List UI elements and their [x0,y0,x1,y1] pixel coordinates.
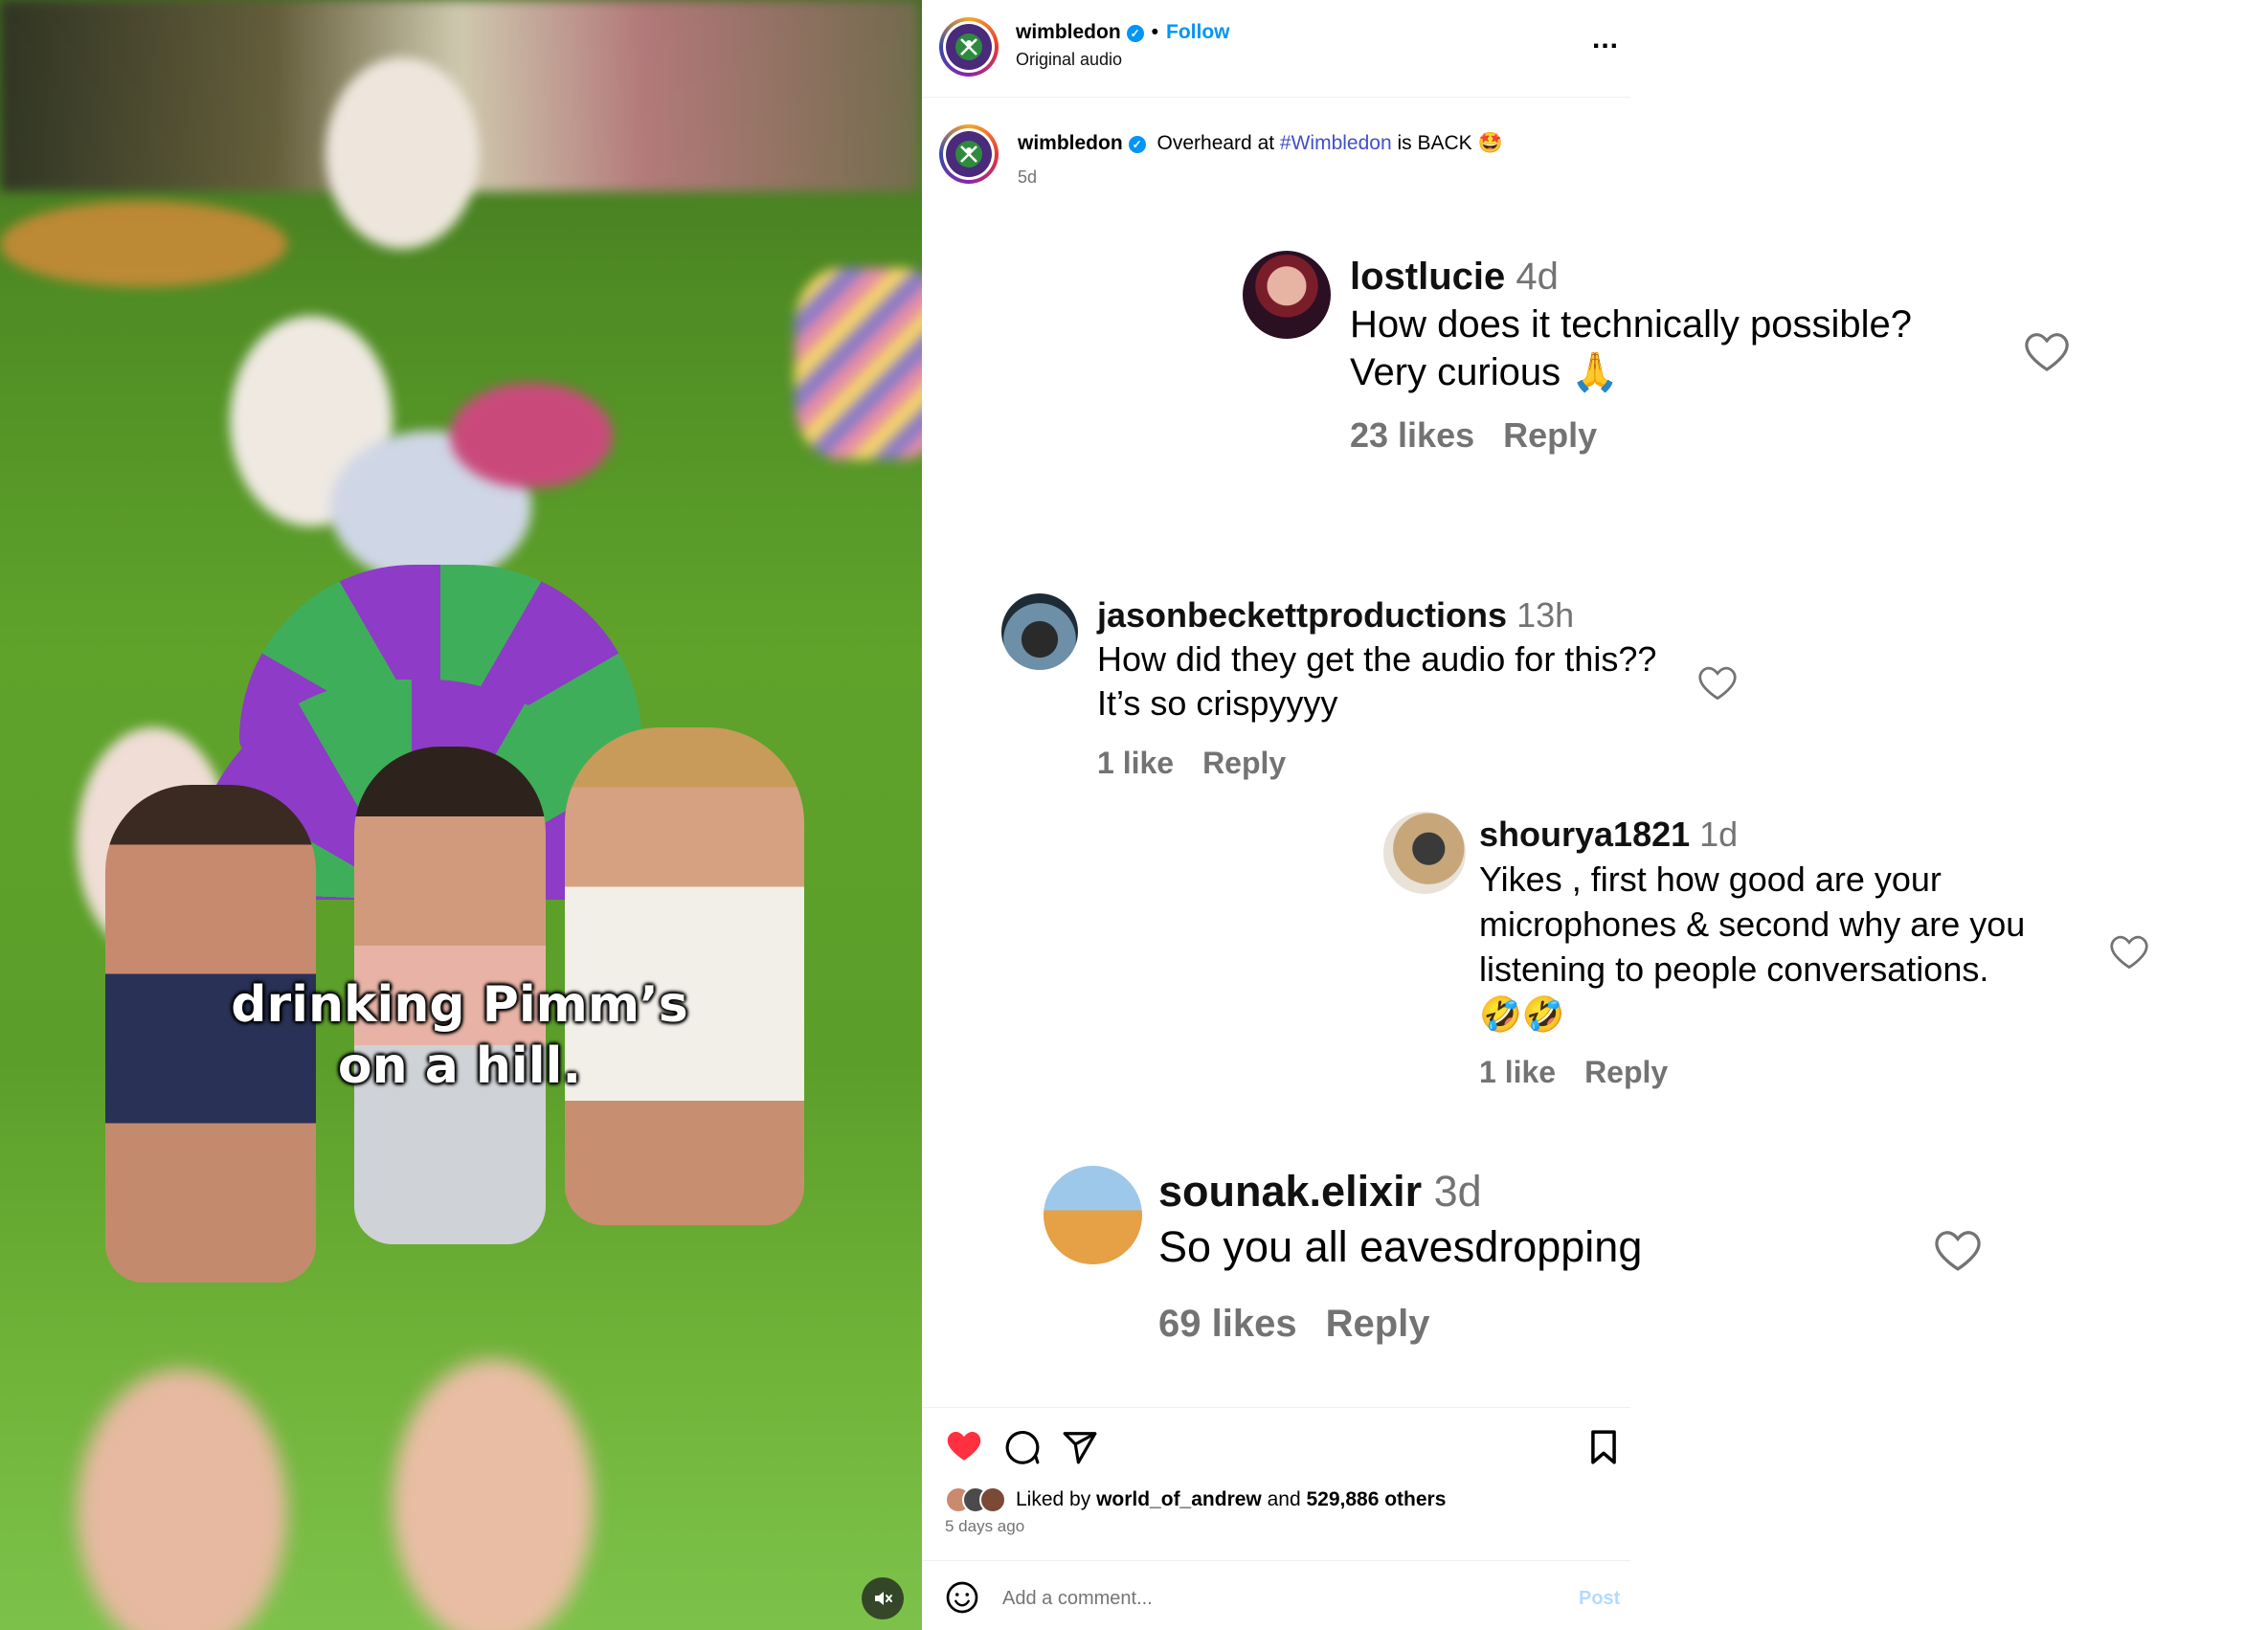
comment-text: How does it technically possible? [1350,303,1912,346]
commenter-avatar[interactable] [1044,1166,1142,1264]
wimbledon-logo-icon [955,141,982,167]
header-username[interactable]: wimbledon [1016,21,1121,43]
liked-by-and: and [1261,1488,1307,1510]
commenter-avatar[interactable] [1001,593,1078,670]
hashtag-link[interactable]: #Wimbledon [1280,132,1392,154]
video-player[interactable]: drinking Pimm’s on a hill. [0,0,922,1630]
comment-text: listening to people conversations. [1479,949,1989,989]
separator-dot: • [1151,21,1159,43]
share-icon[interactable] [1062,1429,1098,1465]
comment-likes[interactable]: 1 like [1479,1055,1556,1089]
emoji-icon[interactable] [945,1580,979,1615]
person-foreground-blur [77,1369,287,1630]
post-comment-button[interactable]: Post [1579,1588,1620,1610]
liked-by-row: Liked by world_of_andrew and 529,886 oth… [945,1486,1446,1513]
verified-badge-icon: ✓ [1128,136,1146,153]
comment-like-heart-icon[interactable] [1933,1229,1983,1273]
wimbledon-logo-icon [955,33,982,60]
likes-count[interactable]: 529,886 others [1306,1488,1446,1511]
person-blur [450,383,613,488]
reply-button[interactable]: Reply [1584,1055,1668,1089]
original-audio-link[interactable]: Original audio [1016,50,1122,70]
verified-badge-icon: ✓ [1126,25,1144,42]
comment-text: Yikes , first how good are your [1479,860,1942,899]
striped-umbrella [795,268,922,459]
add-comment-row: Post [922,1560,1630,1630]
comment-username[interactable]: shourya1821 [1479,815,1690,854]
comment-like-heart-icon[interactable] [2023,331,2071,373]
comment-username[interactable]: jasonbeckettproductions [1097,595,1507,635]
reply-button[interactable]: Reply [1326,1303,1430,1345]
caption-text: Overheard at [1156,132,1280,154]
post-caption: wimbledon ✓ Overheard at #Wimbledon is BA… [1018,132,1503,155]
header-username-row: wimbledon ✓ • Follow [1016,21,1230,44]
comment-text: Very curious 🙏 [1350,351,1620,393]
reply-button[interactable]: Reply [1202,746,1286,780]
caption-line: drinking Pimm’s [231,976,688,1034]
mute-button[interactable] [862,1577,904,1619]
picnic-blanket [0,201,287,287]
post-author-username[interactable]: wimbledon [1018,132,1123,154]
comment-time: 4d [1516,256,1559,298]
comment-likes[interactable]: 69 likes [1158,1303,1297,1345]
comment-likes[interactable]: 23 likes [1350,415,1474,455]
comment-icon[interactable] [1004,1429,1041,1465]
comment-input[interactable] [1002,1588,1481,1610]
comment-text: So you all eavesdropping [1158,1222,1643,1271]
caption-text: is BACK 🤩 [1391,132,1503,154]
liked-heart-icon[interactable] [945,1429,983,1463]
post-panel: wimbledon ✓ • Follow Original audio ... wim… [922,0,2148,1630]
liked-by-prefix: Liked by [1016,1488,1097,1510]
comment-username[interactable]: sounak.elixir [1158,1167,1422,1216]
comment-time: 13h [1516,595,1575,635]
comment-time: 3d [1433,1167,1482,1216]
reply-button[interactable]: Reply [1503,415,1597,455]
video-caption: drinking Pimm’s on a hill. [230,974,689,1097]
more-options-icon[interactable]: ... [1592,23,1619,56]
person-blur [326,57,479,249]
speaker-muted-icon [875,1592,892,1605]
commenter-avatar[interactable] [1383,812,1466,894]
liker-avatar [979,1486,1006,1513]
comment-username[interactable]: lostlucie [1350,256,1505,298]
post-date: 5 days ago [945,1517,1025,1535]
comment-time: 1d [1699,815,1739,854]
liked-by-user[interactable]: world_of_andrew [1096,1488,1262,1511]
post-author-avatar[interactable] [939,124,999,184]
comment-text: How did they get the audio for this?? [1097,639,1657,679]
follow-button[interactable]: Follow [1166,21,1230,43]
save-bookmark-icon[interactable] [1587,1429,1620,1465]
comment-like-heart-icon[interactable] [1697,665,1738,702]
post-header: wimbledon ✓ • Follow Original audio ... [922,0,1630,98]
commenter-avatar[interactable] [1243,251,1331,339]
post-actions [922,1407,1630,1560]
post-timestamp: 5d [1018,167,1038,187]
comment-like-heart-icon[interactable] [2109,934,2149,971]
caption-line: on a hill. [337,1038,582,1095]
comment-likes[interactable]: 1 like [1097,746,1174,780]
comment-text: 🤣🤣 [1479,994,1565,1034]
wimbledon-avatar[interactable] [939,17,999,77]
comment-text: It’s so crispyyyy [1097,683,1338,723]
comment-text: microphones & second why are you [1479,904,2026,944]
person-foreground-blur [393,1359,594,1630]
